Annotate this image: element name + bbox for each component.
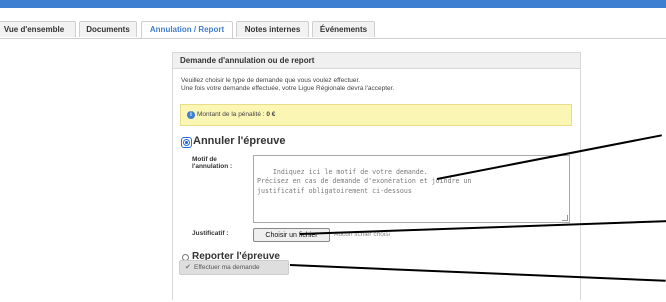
reason-placeholder: Indiquez ici le motif de votre demande. … [257,167,472,195]
reason-textarea[interactable]: Indiquez ici le motif de votre demande. … [253,155,570,223]
penalty-label: Montant de la pénalité : [197,111,267,118]
tab-cancellation[interactable]: Annulation / Report [141,21,233,39]
tab-internal-notes[interactable]: Notes internes [236,21,309,37]
reason-label-line-2: l'annulation : [192,163,233,170]
tab-events[interactable]: Événements [312,21,375,37]
intro-line-1: Veuillez choisir le type de demande que … [181,77,361,84]
penalty-alert: i Montant de la pénalité : 0 € [180,104,572,126]
tab-documents[interactable]: Documents [79,21,137,37]
tab-overview[interactable]: Vue d'ensemble [0,21,76,37]
intro-line-2: Une fois votre demande effectuée, votre … [181,85,395,92]
penalty-value: 0 € [266,111,276,118]
cancellation-panel: Demande d'annulation ou de report Veuill… [172,52,581,300]
tab-bar: Vue d'ensemble Documents Annulation / Re… [0,21,666,39]
choose-file-button[interactable]: Choisir un fichier [253,228,330,242]
radio-cancel[interactable] [183,139,190,146]
panel-title: Demande d'annulation ou de report [173,53,580,69]
top-brand-bar [0,0,666,8]
file-label: Justificatif : [192,230,229,237]
submit-request-button[interactable]: ✔ Effectuer ma demande [179,260,289,275]
reason-label: Motif de l'annulation : [192,156,232,170]
checkmark-icon: ✔ [185,264,191,271]
intro-text: Veuillez choisir le type de demande que … [181,77,394,93]
info-circle-icon: i [187,111,195,119]
resize-handle-icon[interactable] [562,215,568,221]
option-cancel-label[interactable]: Annuler l'épreuve [193,135,285,147]
reason-label-line-1: Motif de [192,156,217,163]
submit-label: Effectuer ma demande [194,264,260,271]
tabs-divider [0,38,666,39]
